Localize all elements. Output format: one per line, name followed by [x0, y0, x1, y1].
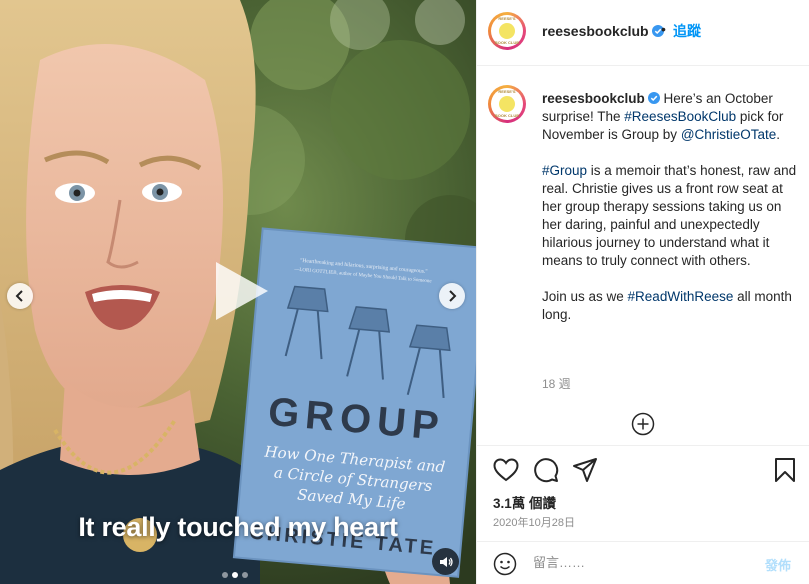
- mention-link[interactable]: @ChristieOTate: [681, 127, 776, 142]
- previous-button[interactable]: [7, 283, 33, 309]
- video-caption: It really touched my heart: [78, 512, 398, 542]
- hashtag-link[interactable]: #ReadWithReese: [628, 289, 734, 304]
- action-bar: [477, 447, 809, 489]
- emoji-icon[interactable]: [493, 552, 517, 576]
- carousel-dot: [242, 572, 248, 578]
- caption-text: is a memoir that’s honest, raw and real.…: [542, 163, 797, 268]
- add-circle-icon[interactable]: [631, 412, 655, 436]
- caption-avatar[interactable]: REESE'S BOOK CLUB: [488, 85, 526, 123]
- avatar[interactable]: REESE'S BOOK CLUB: [488, 12, 526, 50]
- play-icon: [216, 262, 268, 320]
- caption-text: Join us as we: [542, 289, 628, 304]
- video-player[interactable]: "Heartbreaking and hilarious, surprising…: [0, 0, 476, 584]
- next-button[interactable]: [439, 283, 465, 309]
- caption-username[interactable]: reesesbookclub: [542, 91, 645, 106]
- chevron-left-icon: [15, 290, 23, 302]
- avatar-text-top: REESE'S: [498, 89, 516, 94]
- post-comment-button[interactable]: 發佈: [765, 555, 791, 574]
- heart-icon[interactable]: [493, 457, 519, 483]
- avatar-text-top: REESE'S: [498, 16, 516, 21]
- separator-dot: •: [661, 21, 666, 37]
- sun-icon: [499, 23, 515, 39]
- sound-icon: [439, 556, 453, 567]
- chevron-right-icon: [449, 290, 457, 302]
- avatar-logo: REESE'S BOOK CLUB: [491, 88, 523, 120]
- caption-text: .: [776, 127, 781, 142]
- follow-button[interactable]: 追蹤: [673, 21, 701, 41]
- hashtag-link[interactable]: #ReesesBookClub: [624, 109, 736, 124]
- header-username[interactable]: reesesbookclub: [542, 23, 664, 39]
- avatar-text-bottom: BOOK CLUB: [494, 113, 520, 118]
- avatar-logo: REESE'S BOOK CLUB: [491, 15, 523, 47]
- mute-button[interactable]: [432, 548, 459, 575]
- comments-section: REESE'S BOOK CLUB reesesbookclub Here’s …: [477, 66, 809, 446]
- post-dialog: "Heartbreaking and hilarious, surprising…: [0, 0, 809, 584]
- avatar-text-bottom: BOOK CLUB: [494, 40, 520, 45]
- side-panel: REESE'S BOOK CLUB reesesbookclub • 追蹤 RE…: [476, 0, 809, 584]
- comment-icon[interactable]: [533, 457, 559, 483]
- hashtag-link[interactable]: #Group: [542, 163, 587, 178]
- verified-icon: [647, 92, 660, 104]
- carousel-indicator: [222, 572, 248, 578]
- view-count[interactable]: 3.1萬 個讚: [493, 492, 556, 512]
- caption-time: 18 週: [542, 377, 571, 391]
- carousel-dot: [222, 572, 228, 578]
- comment-form: 發佈: [477, 541, 809, 584]
- caption-paragraph-1: reesesbookclub Here’s an October surpris…: [542, 90, 802, 144]
- caption-paragraph-3: Join us as we #ReadWithReese all month l…: [542, 288, 802, 324]
- bookmark-icon[interactable]: [772, 457, 798, 483]
- comment-input[interactable]: [533, 555, 753, 570]
- sun-icon: [499, 96, 515, 112]
- share-icon[interactable]: [572, 457, 598, 483]
- post-caption: reesesbookclub Here’s an October surpris…: [542, 90, 802, 342]
- caption-paragraph-2: #Group is a memoir that’s honest, raw an…: [542, 162, 802, 270]
- post-header: REESE'S BOOK CLUB reesesbookclub • 追蹤: [477, 0, 809, 66]
- post-date: 2020年10月28日: [493, 517, 575, 529]
- carousel-dot-active: [232, 572, 238, 578]
- username-text[interactable]: reesesbookclub: [542, 23, 649, 39]
- play-button[interactable]: [206, 258, 272, 324]
